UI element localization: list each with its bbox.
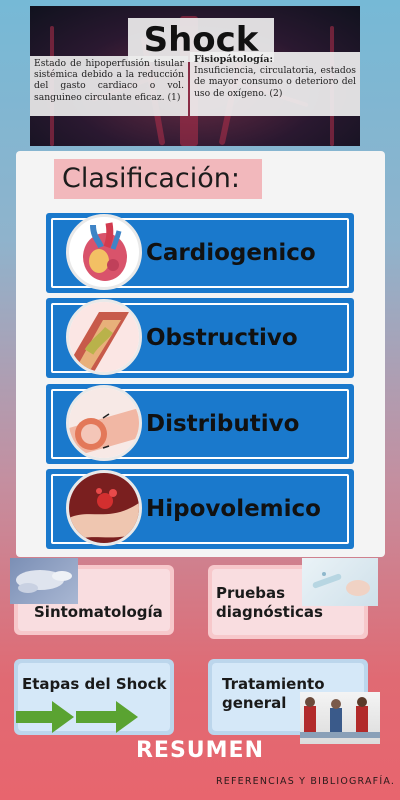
item-label: Distributivo: [146, 411, 300, 437]
referencias-link[interactable]: REFERENCIAS Y BIBLIOGRAFÍA.: [216, 776, 395, 787]
definition-text: Estado de hipoperfusión tisular sistémic…: [34, 58, 184, 103]
resumen-link[interactable]: RESUMEN: [0, 738, 400, 763]
arrow-right-icon: [16, 701, 74, 733]
classification-title-box: Clasificación:: [54, 159, 262, 199]
fisiopatologia-text: Insuficiencia, circulatoria, estados de …: [194, 65, 356, 99]
classification-item-hipovolemico[interactable]: Hipovolemico: [46, 469, 354, 549]
fisiopatologia-title: Fisiopátología:: [194, 54, 274, 65]
bleeding-vessel-icon: [66, 470, 142, 546]
classification-item-cardiogenico[interactable]: Cardiogenico: [46, 213, 354, 293]
sintomatologia-label: Sintomatología: [34, 603, 163, 621]
heart-illustration-icon: [66, 214, 142, 290]
lab-test-photo: [302, 558, 378, 606]
obstructed-artery-icon: [66, 299, 142, 375]
classification-item-obstructivo[interactable]: Obstructivo: [46, 298, 354, 378]
classification-panel: Clasificación: Cardiogenico Obstructivo …: [16, 151, 385, 557]
fisiopatologia-box: Fisiopátología: Insuficiencia, circulato…: [190, 52, 360, 116]
medical-team-photo: [300, 692, 380, 744]
item-label: Hipovolemico: [146, 496, 321, 522]
item-label: Obstructivo: [146, 325, 298, 351]
dilated-vessel-icon: [66, 385, 142, 461]
header-banner: Shock Estado de hipoperfusión tisular si…: [30, 6, 360, 146]
classification-title: Clasificación:: [62, 163, 240, 194]
hands-photo: [10, 558, 78, 604]
etapas-label: Etapas del Shock: [22, 675, 167, 693]
definition-box: Estado de hipoperfusión tisular sistémic…: [30, 56, 188, 116]
classification-item-distributivo[interactable]: Distributivo: [46, 384, 354, 464]
arrow-right-icon: [76, 701, 138, 733]
item-label: Cardiogenico: [146, 240, 316, 266]
